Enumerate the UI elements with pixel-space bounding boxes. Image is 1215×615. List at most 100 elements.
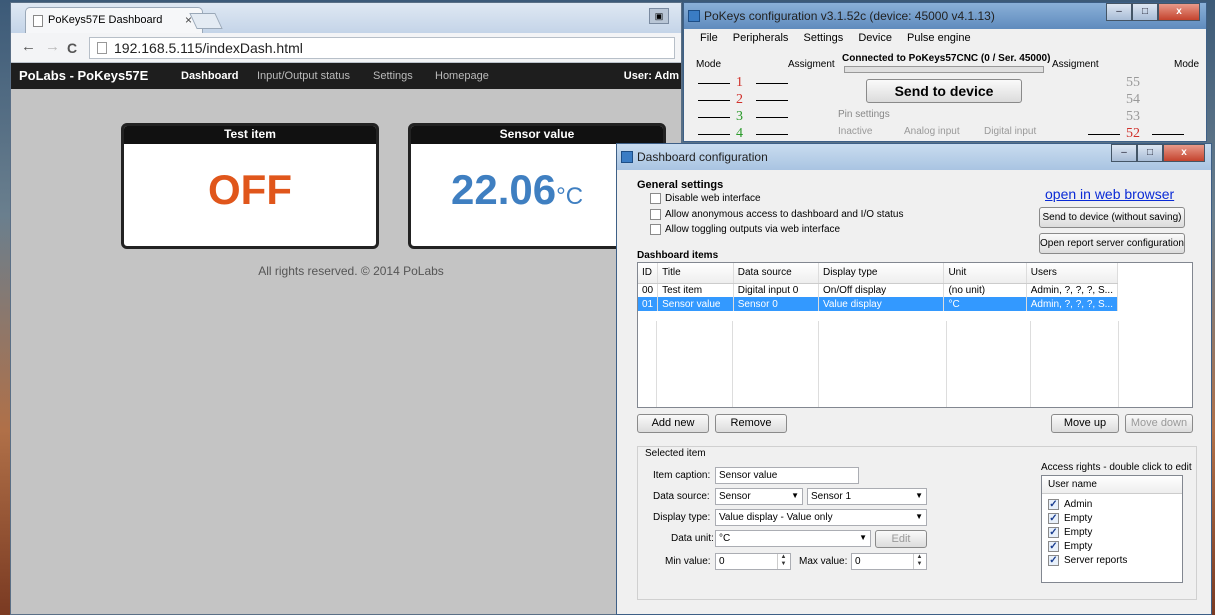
maximize-button[interactable]: □ — [1137, 144, 1163, 162]
list-item[interactable]: ✓ Empty — [1042, 526, 1182, 540]
browser-window: PoKeys57E Dashboard × ▣ ← → C 192.168.5.… — [10, 2, 682, 615]
reload-icon[interactable]: C — [67, 40, 77, 56]
dashboard-config-window: Dashboard configuration – □ x General se… — [616, 143, 1212, 615]
col-display-type[interactable]: Display type — [818, 263, 945, 284]
pin-53[interactable]: 53 — [1126, 109, 1140, 125]
col-title[interactable]: Title — [657, 263, 734, 284]
forward-icon[interactable]: → — [45, 38, 60, 55]
close-button[interactable]: x — [1158, 3, 1200, 21]
app-icon — [688, 10, 700, 22]
footer-text: All rights reserved. © 2014 PoLabs — [258, 264, 444, 278]
pin-3[interactable]: 3 — [736, 109, 743, 125]
move-down-button[interactable]: Move down — [1125, 414, 1193, 433]
open-in-browser-link[interactable]: open in web browser — [1045, 186, 1174, 202]
move-up-button[interactable]: Move up — [1051, 414, 1119, 433]
col-users[interactable]: Users — [1026, 263, 1119, 284]
user-label: User: Adm — [623, 70, 679, 82]
pin-54[interactable]: 54 — [1126, 92, 1140, 108]
caption-input[interactable]: Sensor value — [715, 467, 859, 484]
list-item[interactable]: ✓ Admin — [1042, 498, 1182, 512]
pin-55[interactable]: 55 — [1126, 75, 1140, 91]
max-value-input[interactable]: 0 ▲ ▼ — [851, 553, 927, 570]
pokeys-config-window: PoKeys configuration v3.1.52c (device: 4… — [683, 2, 1207, 142]
toggle-outputs-checkbox[interactable] — [650, 224, 661, 235]
nav-io-status[interactable]: Input/Output status — [257, 70, 350, 82]
data-source-label: Data source: — [653, 491, 710, 502]
send-to-device-button[interactable]: Send to device — [866, 79, 1022, 103]
dashboard-card-test-item: Test item OFF — [121, 123, 379, 249]
list-item[interactable]: ✓ Empty — [1042, 540, 1182, 554]
card-title: Test item — [124, 126, 376, 144]
caption-label: Item caption: — [653, 470, 711, 481]
pin-settings-label: Pin settings — [838, 109, 890, 120]
radio-analog-input[interactable]: Analog input — [904, 126, 960, 137]
pin-4[interactable]: 4 — [736, 126, 743, 141]
menu-pulse-engine[interactable]: Pulse engine — [907, 32, 971, 44]
check-icon: ✓ — [1048, 555, 1059, 566]
browser-toolbar: ← → C 192.168.5.115/indexDash.html — [11, 33, 681, 63]
max-value-label: Max value: — [799, 556, 848, 567]
spinner-icon: ▲ ▼ — [913, 554, 925, 569]
radio-digital-input[interactable]: Digital input — [984, 126, 1036, 137]
pin-2[interactable]: 2 — [736, 92, 743, 108]
data-source-dropdown[interactable]: Sensor — [715, 488, 803, 505]
card-value: OFF — [208, 166, 292, 213]
address-bar[interactable]: 192.168.5.115/indexDash.html — [89, 37, 675, 59]
disable-web-checkbox[interactable] — [650, 193, 661, 204]
data-source-index-dropdown[interactable]: Sensor 1 — [807, 488, 927, 505]
maximize-button[interactable]: □ — [1132, 3, 1158, 21]
radio-inactive[interactable]: Inactive — [838, 126, 872, 137]
nav-homepage[interactable]: Homepage — [435, 70, 489, 82]
min-value-label: Min value: — [665, 556, 711, 567]
edit-unit-button[interactable]: Edit — [875, 530, 927, 548]
remove-button[interactable]: Remove — [715, 414, 787, 433]
min-value-input[interactable]: 0 ▲ ▼ — [715, 553, 791, 570]
col-unit[interactable]: Unit — [943, 263, 1027, 284]
browser-tab[interactable]: PoKeys57E Dashboard × — [25, 7, 203, 33]
menu-bar: File Peripherals Settings Device Pulse e… — [684, 29, 1206, 46]
close-button[interactable]: x — [1163, 144, 1205, 162]
mode-left-header: Mode — [696, 59, 722, 70]
col-id[interactable]: ID — [638, 263, 659, 284]
anonymous-access-checkbox[interactable] — [650, 209, 661, 220]
access-rights-list[interactable]: User name ✓ Admin ✓ Empty ✓ Empty ✓ Empty ✓ S… — [1041, 475, 1183, 583]
pin-1[interactable]: 1 — [736, 75, 743, 91]
table-row-selected[interactable]: 01 Sensor value Sensor 0 Value display °C Adm… — [638, 297, 1119, 311]
add-new-button[interactable]: Add new — [637, 414, 709, 433]
window-title: Dashboard configuration — [637, 150, 768, 164]
page-icon — [33, 15, 43, 27]
data-unit-dropdown[interactable]: °C — [715, 530, 871, 547]
card-unit: °C — [556, 183, 584, 210]
open-report-server-button[interactable]: Open report server configuration — [1039, 233, 1185, 254]
assign-right-header: Assigment — [1052, 59, 1099, 70]
minimize-button[interactable]: – — [1111, 144, 1137, 162]
menu-peripherals[interactable]: Peripherals — [733, 32, 789, 44]
site-navbar: PoLabs - PoKeys57E Dashboard Input/Outpu… — [11, 63, 681, 89]
list-item[interactable]: ✓ Empty — [1042, 512, 1182, 526]
menu-settings[interactable]: Settings — [804, 32, 844, 44]
title-bar: Dashboard configuration – □ x — [617, 144, 1211, 170]
table-row[interactable]: 00 Test item Digital input 0 On/Off display… — [638, 283, 1119, 297]
minimize-button[interactable]: ▣ — [649, 8, 669, 24]
menu-device[interactable]: Device — [858, 32, 892, 44]
access-rights-label: Access rights - double click to edit — [1041, 462, 1192, 473]
display-type-dropdown[interactable]: Value display - Value only — [715, 509, 927, 526]
col-data-source[interactable]: Data source — [733, 263, 819, 284]
connection-status: Connected to PoKeys57CNC (0 / Ser. 45000… — [842, 53, 1051, 64]
nav-dashboard[interactable]: Dashboard — [181, 70, 238, 82]
anonymous-access-label: Allow anonymous access to dashboard and … — [665, 209, 904, 220]
url-text: 192.168.5.115/indexDash.html — [114, 40, 303, 56]
items-table[interactable]: ID Title Data source Display type Unit U… — [637, 262, 1193, 408]
list-item[interactable]: ✓ Server reports — [1042, 554, 1182, 568]
back-icon[interactable]: ← — [21, 38, 36, 55]
selected-item-label: Selected item — [643, 448, 708, 459]
menu-file[interactable]: File — [700, 32, 718, 44]
pin-52[interactable]: 52 — [1126, 126, 1140, 141]
data-unit-label: Data unit: — [671, 533, 714, 544]
general-settings-label: General settings — [637, 179, 724, 191]
check-icon: ✓ — [1048, 499, 1059, 510]
nav-settings[interactable]: Settings — [373, 70, 413, 82]
minimize-button[interactable]: – — [1106, 3, 1132, 21]
title-bar: PoKeys configuration v3.1.52c (device: 4… — [684, 3, 1206, 29]
send-without-saving-button[interactable]: Send to device (without saving) — [1039, 207, 1185, 228]
